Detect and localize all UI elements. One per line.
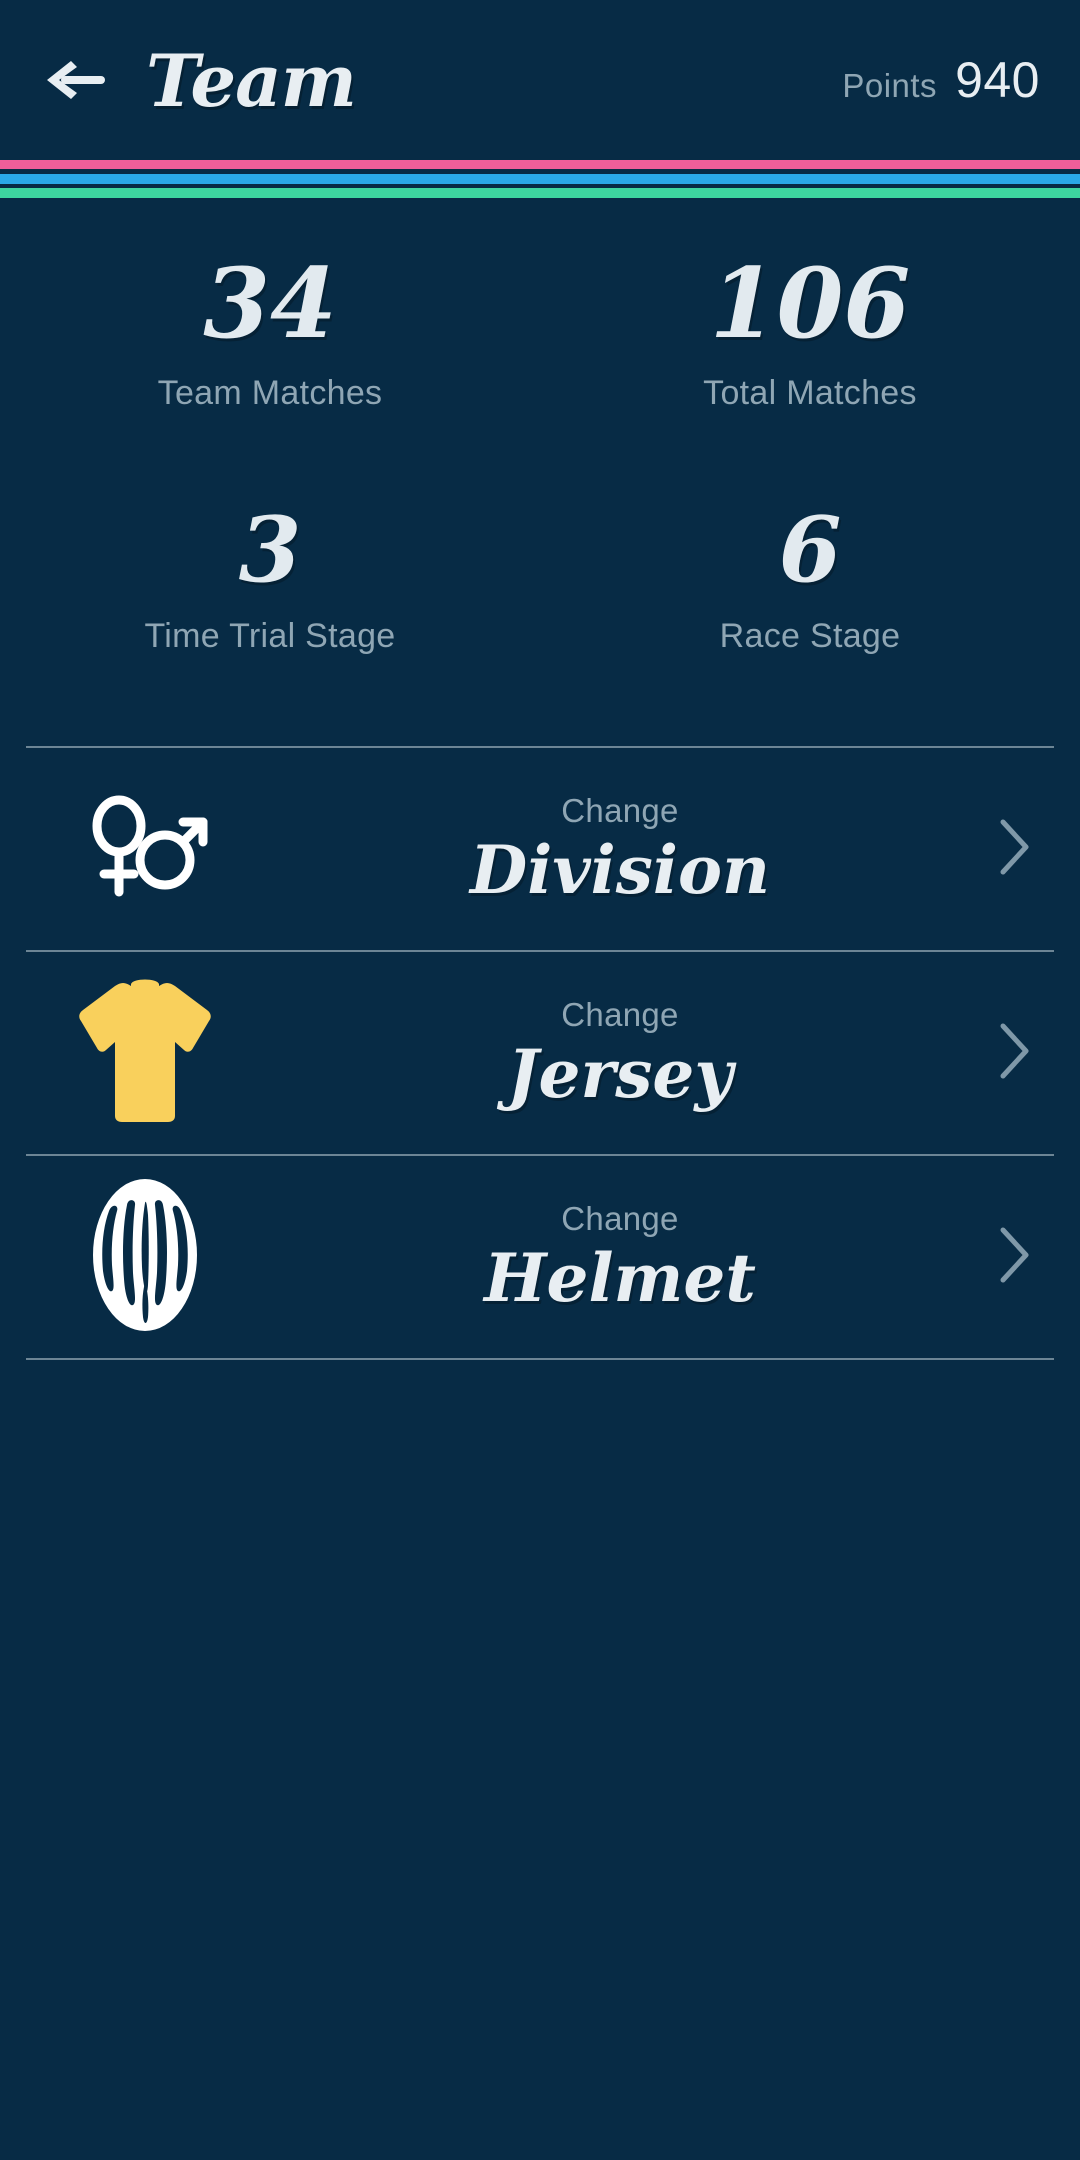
action-row-division[interactable]: Change Division [0, 748, 1080, 950]
divider-below-helmet [26, 1358, 1054, 1360]
divider-above-division [26, 746, 1054, 748]
action-title: Division [470, 830, 770, 909]
stat-value: 34 [203, 247, 337, 360]
helmet-chevron-slot[interactable] [980, 1225, 1050, 1290]
jersey-chevron-slot[interactable] [980, 1021, 1050, 1086]
action-sub-label: Change [561, 1199, 679, 1237]
action-sub-label: Change [561, 995, 679, 1033]
app-header: Team Points 940 [0, 0, 1080, 160]
stat-race-stage: 6 Race Stage [540, 505, 1080, 656]
stat-team-matches: 34 Team Matches [0, 256, 540, 413]
stats-row-primary: 34 Team Matches 106 Total Matches [0, 256, 1080, 413]
stat-label: Total Matches [703, 374, 917, 412]
gender-symbols-icon [79, 792, 211, 907]
stat-label: Race Stage [719, 617, 901, 655]
stat-total-matches: 106 Total Matches [540, 256, 1080, 413]
stripe-teal [0, 188, 1080, 198]
chevron-right-icon [998, 1225, 1032, 1290]
chevron-right-icon [998, 817, 1032, 882]
division-chevron-slot[interactable] [980, 817, 1050, 882]
points-display: Points 940 [842, 51, 1040, 109]
stat-label: Team Matches [157, 374, 383, 412]
stat-value: 3 [238, 497, 302, 603]
jersey-icon-slot [0, 952, 290, 1154]
stats-row-secondary: 3 Time Trial Stage 6 Race Stage [0, 505, 1080, 656]
points-label: Points [842, 67, 938, 104]
helmet-text-block: Change Helmet [290, 1200, 980, 1315]
helmet-icon-slot [0, 1156, 290, 1358]
stripe-pink [0, 160, 1080, 169]
stripe-blue [0, 174, 1080, 184]
points-value: 940 [955, 52, 1040, 108]
stat-value: 106 [709, 247, 911, 360]
chevron-right-icon [998, 1021, 1032, 1086]
divider-above-jersey [26, 950, 1054, 952]
action-sub-label: Change [561, 791, 679, 829]
action-row-jersey[interactable]: Change Jersey [0, 952, 1080, 1154]
bike-helmet-icon [85, 1175, 205, 1340]
accent-stripe-divider [0, 160, 1080, 198]
jersey-shirt-icon [75, 976, 215, 1131]
action-title: Jersey [507, 1034, 733, 1113]
arrow-left-icon [45, 57, 107, 103]
action-row-helmet[interactable]: Change Helmet [0, 1156, 1080, 1358]
action-title: Helmet [484, 1238, 756, 1317]
stat-value: 6 [778, 497, 842, 603]
divider-above-helmet [26, 1154, 1054, 1156]
jersey-text-block: Change Jersey [290, 996, 980, 1111]
division-icon-slot [0, 748, 290, 950]
page-title: Team [146, 37, 357, 123]
stats-section: 34 Team Matches 106 Total Matches 3 Time… [0, 198, 1080, 656]
division-text-block: Change Division [290, 792, 980, 907]
stat-time-trial-stage: 3 Time Trial Stage [0, 505, 540, 656]
back-button[interactable] [34, 38, 118, 122]
stat-label: Time Trial Stage [144, 617, 396, 655]
